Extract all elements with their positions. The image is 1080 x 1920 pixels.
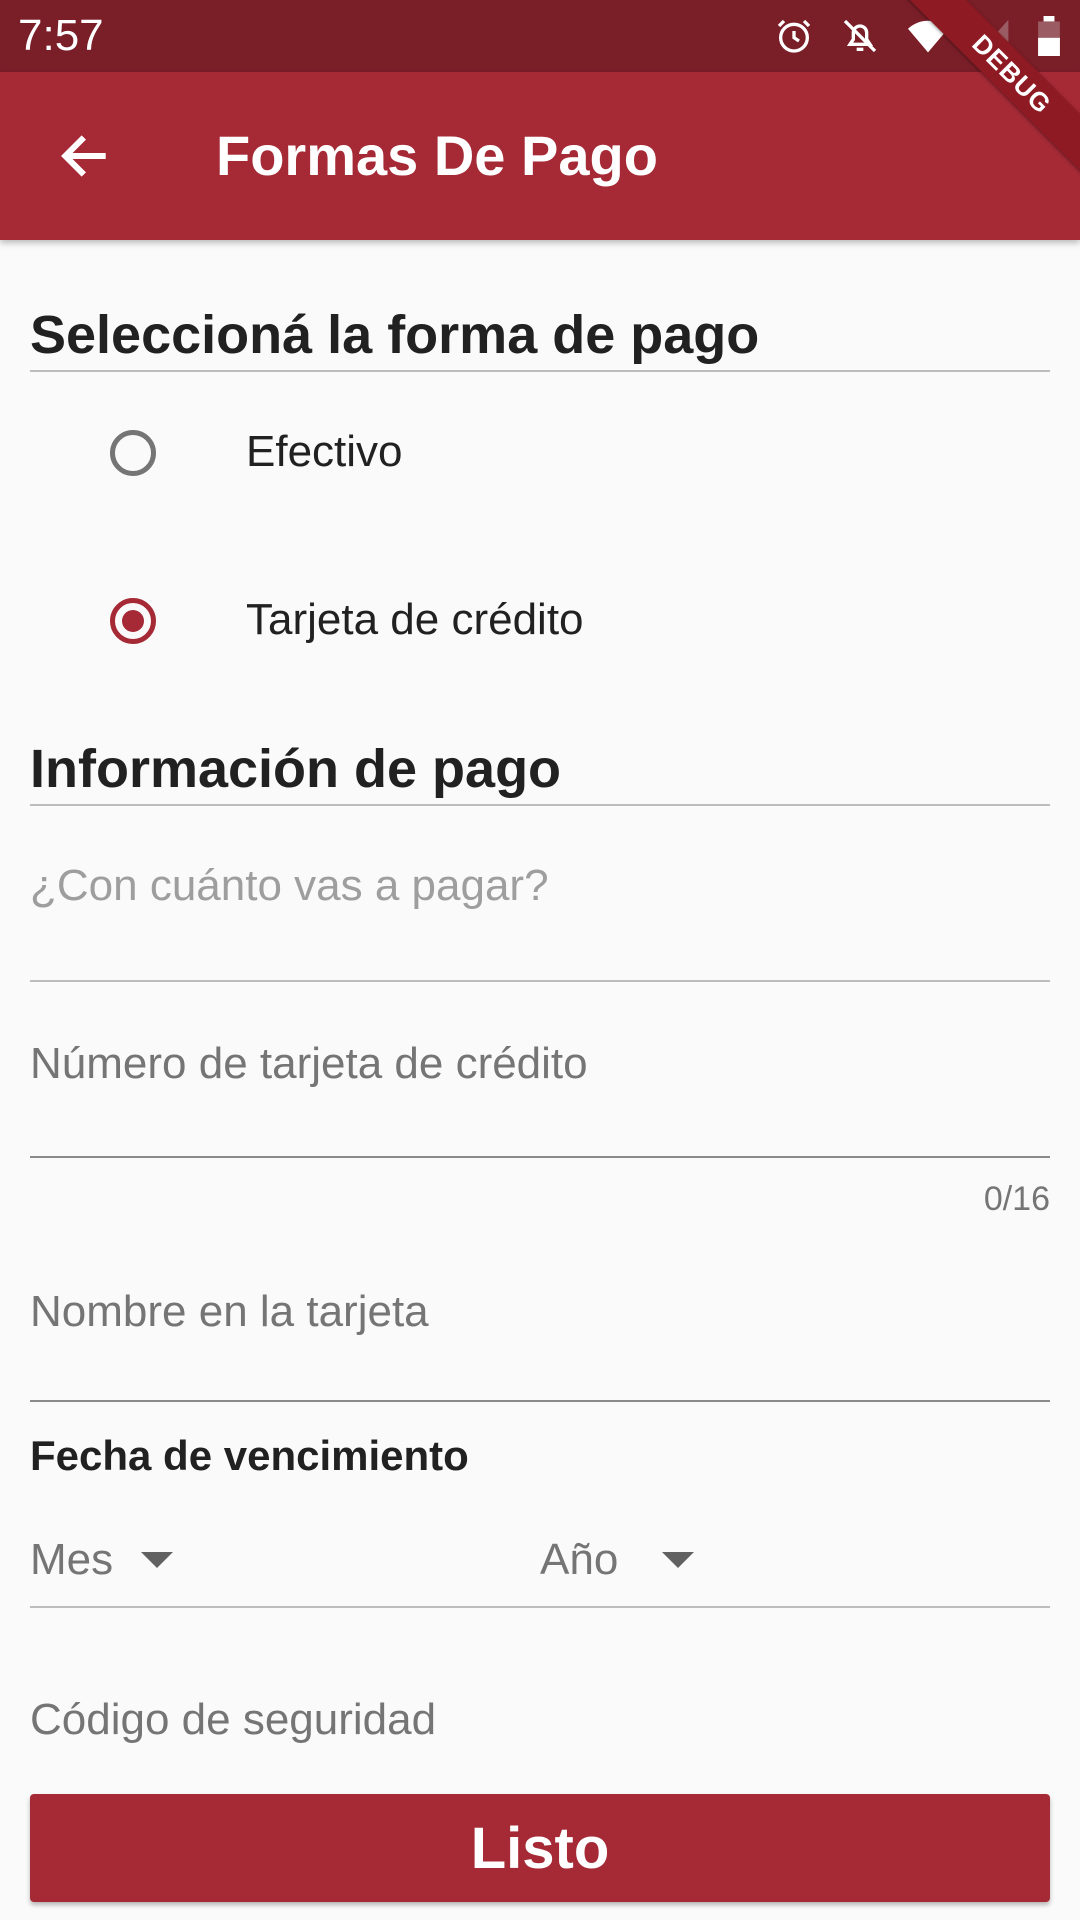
arrow-back-icon — [61, 135, 106, 177]
card-number-input[interactable]: Número de tarjeta de crédito — [30, 1016, 1050, 1158]
security-code-input[interactable]: Código de seguridad — [30, 1680, 1050, 1760]
year-dropdown-label: Año — [540, 1535, 619, 1584]
month-dropdown[interactable]: Mes — [30, 1534, 174, 1586]
alarm-icon — [777, 19, 811, 53]
card-number-label: Número de tarjeta de crédito — [30, 1039, 588, 1088]
amount-input-hint: ¿Con cuánto vas a pagar? — [30, 861, 549, 910]
payment-info-heading: Información de pago — [30, 738, 1050, 806]
expiration-heading: Fecha de vencimiento — [30, 1432, 469, 1479]
card-name-label: Nombre en la tarjeta — [30, 1287, 429, 1336]
expiration-divider — [30, 1606, 1050, 1608]
status-bar: 7:57 — [0, 0, 1080, 72]
chevron-down-icon — [141, 1552, 174, 1568]
payment-method-heading: Seleccioná la forma de pago — [30, 304, 1050, 372]
year-dropdown[interactable]: Año — [540, 1534, 695, 1586]
app-bar: Formas De Pago — [0, 72, 1080, 240]
page-title: Formas De Pago — [216, 124, 658, 187]
battery-icon — [1038, 16, 1060, 56]
month-dropdown-label: Mes — [30, 1535, 114, 1584]
status-time: 7:57 — [18, 11, 104, 60]
radio-option-cash[interactable]: Efectivo — [0, 406, 1080, 506]
back-button[interactable] — [40, 112, 128, 200]
radio-button-cash[interactable] — [110, 430, 156, 476]
notifications-off-icon — [843, 19, 877, 53]
done-button[interactable]: Listo — [30, 1794, 1050, 1902]
amount-input[interactable]: ¿Con cuánto vas a pagar? — [30, 840, 1050, 982]
radio-label-credit-card: Tarjeta de crédito — [246, 595, 584, 644]
chevron-down-icon — [662, 1552, 695, 1568]
card-name-input[interactable]: Nombre en la tarjeta — [30, 1260, 1050, 1402]
card-number-counter: 0/16 — [983, 1180, 1050, 1218]
radio-option-credit-card[interactable]: Tarjeta de crédito — [0, 574, 1080, 674]
radio-button-credit-card[interactable] — [110, 598, 156, 644]
radio-label-cash: Efectivo — [246, 427, 403, 476]
security-code-label: Código de seguridad — [30, 1695, 437, 1744]
